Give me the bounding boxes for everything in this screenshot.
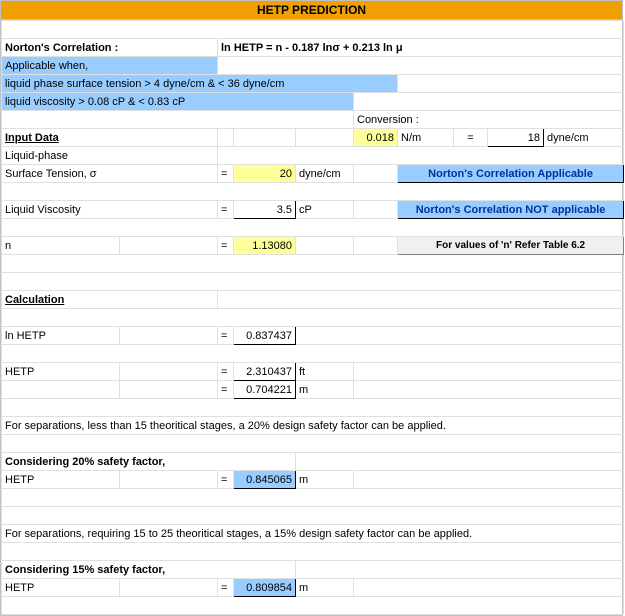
n-eq: = [218, 237, 234, 255]
correlation-equation: ln HETP = n - 0.187 lnσ + 0.213 ln μ [218, 39, 624, 57]
hetp-m-eq: = [218, 381, 234, 399]
hetp-ft-eq: = [218, 363, 234, 381]
condition-viscosity: liquid viscosity > 0.08 cP & < 0.83 cP [2, 93, 354, 111]
condition-surface-tension: liquid phase surface tension > 4 dyne/cm… [2, 75, 398, 93]
sf15-label: HETP [2, 579, 120, 597]
status-not-applicable: Norton's Correlation NOT applicable [398, 201, 624, 219]
conversion-nm-unit: N/m [398, 129, 454, 147]
sf15-unit: m [296, 579, 354, 597]
refer-table-button[interactable]: For values of 'n' Refer Table 6.2 [398, 237, 624, 255]
viscosity-label: Liquid Viscosity [2, 201, 218, 219]
liquid-phase-label: Liquid-phase [2, 147, 218, 165]
surface-tension-input[interactable]: 20 [234, 165, 296, 183]
surface-tension-label: Surface Tension, σ [2, 165, 218, 183]
viscosity-eq: = [218, 201, 234, 219]
hetp-m-unit: m [296, 381, 354, 399]
correlation-label: Norton's Correlation : [2, 39, 218, 57]
viscosity-input[interactable]: 3.5 [234, 201, 296, 219]
n-input[interactable]: 1.13080 [234, 237, 296, 255]
conversion-dyne-value[interactable]: 18 [488, 129, 544, 147]
sf20-value: 0.845065 [234, 471, 296, 489]
hetp-label: HETP [2, 363, 120, 381]
conversion-eq: = [454, 129, 488, 147]
note-15-percent: For separations, requiring 15 to 25 theo… [2, 525, 624, 543]
sf15-value: 0.809854 [234, 579, 296, 597]
surface-tension-eq: = [218, 165, 234, 183]
lnhetp-label: ln HETP [2, 327, 120, 345]
surface-tension-unit: dyne/cm [296, 165, 354, 183]
hetp-m-value: 0.704221 [234, 381, 296, 399]
sf20-label: HETP [2, 471, 120, 489]
input-data-heading: Input Data [2, 129, 218, 147]
sf20-eq: = [218, 471, 234, 489]
lnhetp-value: 0.837437 [234, 327, 296, 345]
sf20-unit: m [296, 471, 354, 489]
sf20-heading: Considering 20% safety factor, [2, 453, 296, 471]
sf15-heading: Considering 15% safety factor, [2, 561, 296, 579]
applicable-heading: Applicable when, [2, 57, 218, 75]
hetp-ft-unit: ft [296, 363, 354, 381]
conversion-nm-value[interactable]: 0.018 [354, 129, 398, 147]
conversion-dyne-unit: dyne/cm [544, 129, 624, 147]
n-label: n [2, 237, 120, 255]
note-20-percent: For separations, less than 15 theoritica… [2, 417, 624, 435]
conversion-label: Conversion : [354, 111, 624, 129]
calculation-heading: Calculation [2, 291, 218, 309]
hetp-ft-value: 2.310437 [234, 363, 296, 381]
sf15-eq: = [218, 579, 234, 597]
status-applicable: Norton's Correlation Applicable [398, 165, 624, 183]
lnhetp-eq: = [218, 327, 234, 345]
viscosity-unit: cP [296, 201, 354, 219]
page-title: HETP PREDICTION [1, 1, 622, 20]
